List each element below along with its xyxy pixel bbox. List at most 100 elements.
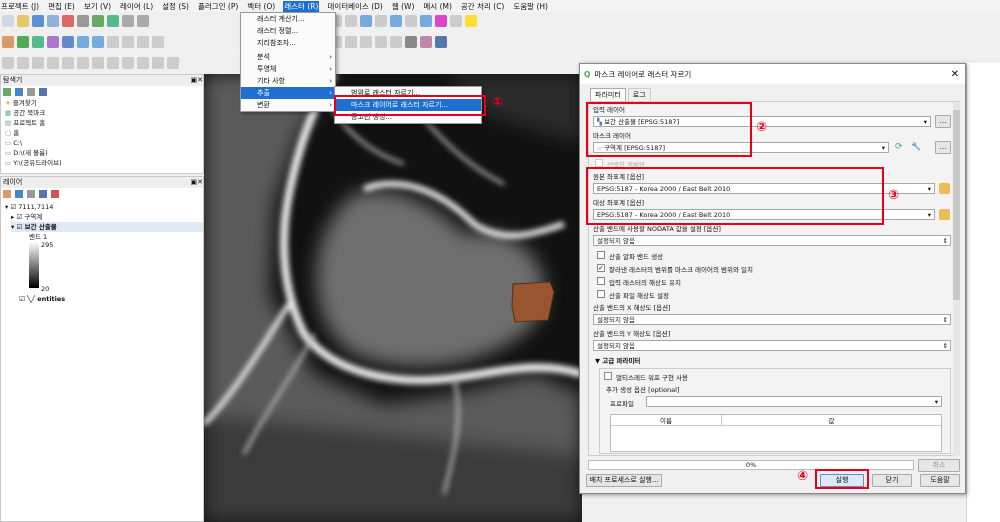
scrollbar[interactable]: [953, 102, 960, 456]
keep-resolution-checkbox[interactable]: [597, 277, 605, 285]
browser-item-label: 프로젝트 홈: [13, 119, 46, 127]
menu-item[interactable]: 편집 (E): [47, 1, 76, 12]
browser-item[interactable]: ▦ 공간 북마크: [5, 108, 203, 118]
browser-item-label: 홈: [13, 129, 20, 137]
browser-item-icon: ▢: [5, 129, 14, 137]
x-res-input[interactable]: 설정되지 않음 ⇕: [593, 314, 951, 325]
submenu-arrow-icon: ›: [329, 53, 332, 61]
progress-text: 0%: [745, 461, 757, 469]
help-button[interactable]: 도움말: [920, 474, 960, 487]
right-panel: [966, 63, 1000, 522]
raster-menu-item[interactable]: 지리참조자...: [241, 37, 335, 49]
toolbar-digitize: [0, 33, 1000, 51]
raster-menu-item[interactable]: 기타 사항 ›: [241, 75, 335, 87]
iterate-icon[interactable]: ⟳: [895, 142, 903, 152]
legend-ramp: [29, 242, 39, 288]
nodata-input[interactable]: 설정되지 않음 ⇕: [593, 235, 951, 246]
menu-item[interactable]: 벡터 (O): [246, 1, 276, 12]
menu-item[interactable]: 도움말 (H): [512, 1, 549, 12]
table-header-value: 값: [721, 415, 941, 425]
crs-picker-icon[interactable]: [939, 209, 950, 220]
scrollbar-thumb[interactable]: [953, 110, 960, 300]
nodata-value: 설정되지 않음: [597, 237, 635, 245]
layer-mask[interactable]: ▸ ☑ 구역계: [11, 212, 42, 222]
raster-menu-item[interactable]: 변환 ›: [241, 99, 335, 111]
set-resolution-checkbox[interactable]: [597, 290, 605, 298]
raster-menu-item[interactable]: 추출 ›: [241, 87, 335, 99]
raster-menu-item-label: 래스터 계산기...: [257, 15, 305, 23]
browser-item-icon: ▭: [5, 139, 14, 147]
profile-select[interactable]: ▾: [646, 396, 942, 407]
menu-item[interactable]: 공간 처리 (C): [460, 1, 505, 12]
mask-layer-options-button[interactable]: …: [935, 141, 951, 154]
cancel-button[interactable]: 취소: [918, 459, 960, 472]
browser-item[interactable]: ▢ 홈: [5, 128, 203, 138]
map-canvas[interactable]: [204, 74, 582, 522]
browser-item[interactable]: ▤ 프로젝트 홈: [5, 118, 203, 128]
batch-process-button[interactable]: 배치 프로세스로 실행...: [586, 474, 662, 487]
y-res-value: 설정되지 않음: [597, 342, 635, 350]
browser-tree: ★ 즐겨찾기 ▦ 공간 북마크 ▤ 프로젝트 홈 ▢ 홈 ▭ C:\ ▭ D:\(새 볼륨…: [1, 98, 203, 168]
browser-panel-title: 탐색기: [3, 76, 23, 84]
menu-item[interactable]: 웹 (W): [391, 1, 416, 12]
browser-item[interactable]: ▭ Y:\(공유드라이브): [5, 158, 203, 168]
menu-item[interactable]: 레이어 (L): [119, 1, 154, 12]
menu-item[interactable]: 래스터 (R): [283, 0, 320, 12]
submenu-arrow-icon: ›: [329, 89, 332, 97]
layer-label: 보간 산출물: [24, 223, 57, 231]
raster-menu-item-label: 기타 사항: [257, 77, 285, 85]
tab-log[interactable]: 로그: [627, 88, 651, 102]
browser-item-label: Y:\(공유드라이브): [13, 159, 62, 167]
layer-entities[interactable]: ☑ ╲╱ entities: [19, 294, 65, 304]
browser-item[interactable]: ▭ C:\: [5, 138, 203, 148]
browser-toolbar: [1, 86, 203, 98]
selected-only-checkbox[interactable]: [595, 159, 603, 167]
raster-menu-item-label: 래스터 정렬...: [257, 27, 299, 35]
dialog-titlebar: Q 마스크 레이어로 래스터 자르기 ✕: [580, 64, 965, 84]
layer-label: entities: [37, 295, 66, 303]
annotation-3: ③: [888, 188, 900, 203]
raster-menu-item-label: 투영체: [257, 65, 277, 73]
menu-item[interactable]: 설정 (S): [161, 1, 190, 12]
close-icon[interactable]: ✕: [951, 69, 959, 80]
profile-label: 프로파일: [610, 400, 634, 408]
y-res-label: 산출 밴드의 Y 해상도 [옵션]: [593, 330, 671, 338]
menu-item[interactable]: 메시 (M): [422, 1, 453, 12]
alpha-band-checkbox[interactable]: [597, 251, 605, 259]
panel-close-icon[interactable]: ▣✕: [191, 177, 203, 188]
browser-item-icon: ▭: [5, 149, 14, 157]
menu-bar: 프로젝트 (J) 편집 (E) 보기 (V) 레이어 (L) 설정 (S) 플러그인 (P…: [0, 0, 1000, 12]
raster-menu-item[interactable]: 래스터 계산기...: [241, 13, 335, 25]
browser-item[interactable]: ▭ D:\(새 볼륨): [5, 148, 203, 158]
advanced-section-toggle[interactable]: ▼ 고급 파라미터: [595, 355, 640, 365]
browser-item-label: 공간 북마크: [13, 109, 46, 117]
menu-item[interactable]: 플러그인 (P): [197, 1, 239, 12]
close-button[interactable]: 닫기: [872, 474, 912, 487]
multithread-checkbox[interactable]: [604, 372, 612, 380]
crs-picker-icon[interactable]: [939, 183, 950, 194]
layers-toolbar: [1, 188, 203, 200]
raster-menu-item[interactable]: 래스터 정렬...: [241, 25, 335, 37]
menu-item[interactable]: 데이터베이스 (D): [326, 1, 383, 12]
wrench-icon[interactable]: 🔧: [911, 142, 921, 151]
layer-group-7111[interactable]: ▾ ☑ 7111,7114: [5, 202, 53, 212]
menu-item[interactable]: 프로젝트 (J): [0, 1, 40, 12]
panel-close-icon[interactable]: ▣✕: [191, 75, 203, 86]
y-res-input[interactable]: 설정되지 않음 ⇕: [593, 340, 951, 351]
menu-item[interactable]: 보기 (V): [83, 1, 112, 12]
browser-item[interactable]: ★ 즐겨찾기: [5, 98, 203, 108]
layer-label: 구역계: [24, 213, 43, 221]
annotation-box-2: [586, 102, 752, 157]
raster-menu-item[interactable]: 분석 ›: [241, 51, 335, 63]
browser-item-icon: ★: [5, 99, 13, 107]
match-extent-checkbox[interactable]: ✓: [597, 264, 605, 272]
layer-interpolated[interactable]: ▾ ☑ 보간 산출물: [11, 222, 203, 232]
raster-menu-item[interactable]: 투영체 ›: [241, 63, 335, 75]
raster-menu: 래스터 계산기... 래스터 정렬... 지리참조자... 분석 › 투영체 › 기타 사항 ›…: [240, 12, 336, 112]
qgis-logo-icon: Q: [584, 69, 591, 79]
tab-parameters[interactable]: 파라미터: [590, 88, 626, 102]
browser-item-icon: ▦: [5, 109, 14, 117]
browser-item-icon: ▤: [5, 119, 14, 127]
input-layer-options-button[interactable]: …: [935, 115, 951, 128]
dialog-title: 마스크 레이어로 래스터 자르기: [594, 69, 692, 79]
